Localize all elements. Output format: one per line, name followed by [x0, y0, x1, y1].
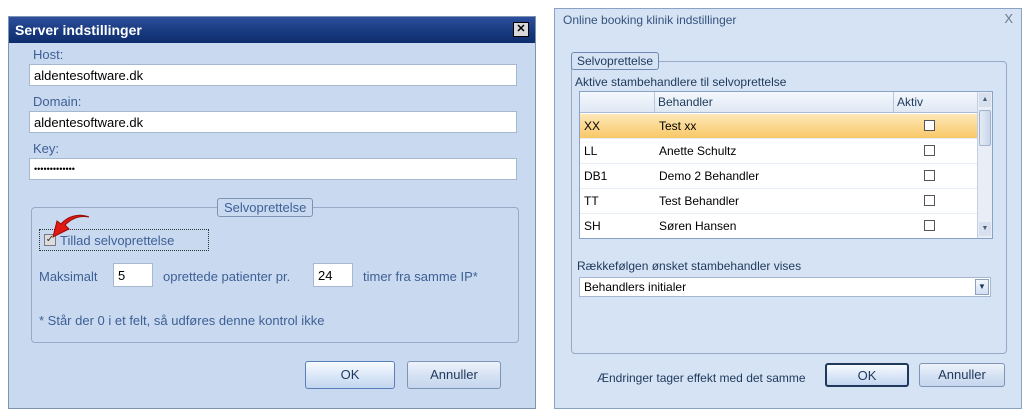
max-label: Maksimalt	[39, 269, 98, 284]
row-name: Test Behandler	[659, 194, 740, 208]
key-label: Key:	[33, 141, 60, 156]
clinic-settings-dialog: Online booking klinik indstillinger X Se…	[554, 8, 1022, 409]
key-input[interactable]: •••••••••••••	[29, 158, 517, 180]
row-name: Demo 2 Behandler	[659, 169, 760, 183]
scroll-up-icon[interactable]: ▲	[979, 93, 991, 107]
dialog-title: Online booking klinik indstillinger	[563, 13, 737, 27]
active-checkbox[interactable]	[924, 120, 935, 131]
active-checkbox[interactable]	[924, 195, 935, 206]
order-label: Rækkefølgen ønsket stambehandler vises	[577, 259, 802, 273]
row-code: SH	[584, 219, 601, 233]
cancel-button[interactable]: Annuller	[407, 361, 501, 389]
column-header-code[interactable]	[580, 92, 655, 112]
patients-label: oprettede patienter pr.	[163, 269, 291, 284]
host-input[interactable]: aldentesoftware.dk	[29, 64, 517, 86]
scroll-thumb[interactable]	[979, 110, 991, 146]
grid-header: Behandler Aktiv	[580, 92, 978, 113]
dialog-title: Server indstillinger	[9, 17, 535, 43]
grid-scrollbar[interactable]: ▲ ▼	[977, 92, 992, 238]
table-row[interactable]: SH Søren Hansen	[580, 214, 978, 238]
domain-input[interactable]: aldentesoftware.dk	[29, 111, 517, 133]
note-text: * Står der 0 i et felt, så udføres denne…	[39, 313, 325, 328]
row-code: TT	[584, 194, 599, 208]
hours-label: timer fra samme IP*	[363, 269, 478, 284]
host-label: Host:	[33, 47, 64, 62]
active-treaters-label: Aktive stambehandlere til selvoprettelse	[575, 75, 787, 89]
group-label: Selvoprettelse	[217, 198, 314, 217]
server-settings-dialog: Server indstillinger ✕ Host: aldentesoft…	[8, 16, 536, 409]
max-patients-input[interactable]: 5	[113, 263, 153, 287]
hours-input[interactable]: 24	[313, 263, 353, 287]
row-name: Søren Hansen	[659, 219, 737, 233]
effect-note: Ændringer tager effekt med det samme	[597, 371, 806, 385]
column-header-aktiv[interactable]: Aktiv	[894, 92, 978, 112]
order-value: Behandlers initialer	[584, 280, 687, 294]
ok-button[interactable]: OK	[825, 363, 909, 387]
row-name: Test xx	[659, 119, 697, 133]
row-name: Anette Schultz	[659, 144, 737, 158]
ok-button[interactable]: OK	[305, 361, 395, 389]
treater-grid: Behandler Aktiv XX Test xx LL Anette Sch…	[579, 91, 993, 239]
red-arrow-icon	[52, 214, 90, 238]
active-checkbox[interactable]	[924, 220, 935, 231]
row-code: LL	[584, 144, 598, 158]
domain-label: Domain:	[33, 94, 82, 109]
close-icon[interactable]: X	[1004, 11, 1013, 26]
order-dropdown[interactable]: Behandlers initialer ▼	[579, 277, 991, 297]
scroll-down-icon[interactable]: ▼	[979, 222, 991, 236]
chevron-down-icon[interactable]: ▼	[975, 279, 989, 295]
active-checkbox[interactable]	[924, 145, 935, 156]
active-checkbox[interactable]	[924, 170, 935, 181]
table-row[interactable]: TT Test Behandler	[580, 189, 978, 214]
table-row[interactable]: DB1 Demo 2 Behandler	[580, 164, 978, 189]
cancel-button[interactable]: Annuller	[919, 363, 1005, 387]
row-code: XX	[584, 119, 601, 133]
row-code: DB1	[584, 169, 608, 183]
close-icon[interactable]: ✕	[513, 22, 529, 37]
table-row[interactable]: LL Anette Schultz	[580, 139, 978, 164]
column-header-behandler[interactable]: Behandler	[655, 92, 894, 112]
group-label: Selvoprettelse	[571, 52, 660, 70]
table-row[interactable]: XX Test xx	[580, 114, 978, 139]
